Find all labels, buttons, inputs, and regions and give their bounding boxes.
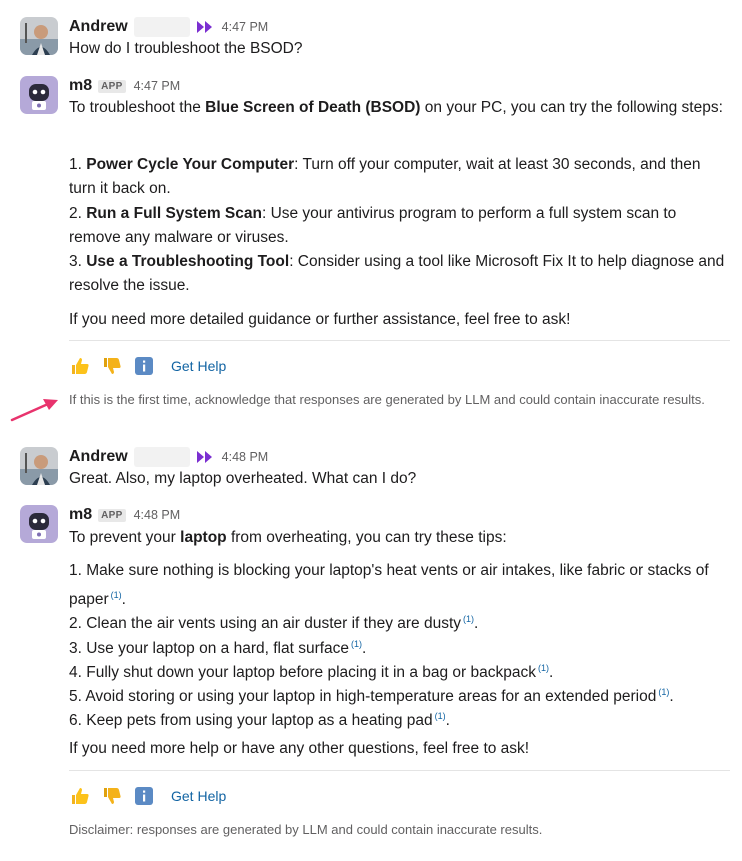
- feedback-bar: Get Help: [69, 785, 226, 807]
- message-andrew-2: Andrew 4:48 PM Great. Also, my laptop ov…: [20, 447, 730, 491]
- list-item: 1. Power Cycle Your Computer: Turn off y…: [69, 156, 701, 197]
- citation-link[interactable]: (1): [351, 639, 362, 649]
- app-badge: APP: [98, 79, 126, 93]
- bot-avatar[interactable]: [20, 505, 58, 543]
- closing-text: If you need more help or have any other …: [69, 740, 530, 757]
- citation-link[interactable]: (1): [435, 711, 446, 721]
- thumbs-down-icon[interactable]: [101, 355, 123, 377]
- divider: [69, 340, 730, 341]
- message-andrew-1: Andrew 4:47 PM How do I troubleshoot the…: [20, 17, 730, 61]
- info-icon[interactable]: [133, 785, 155, 807]
- citation-link[interactable]: (1): [658, 687, 669, 697]
- thumbs-down-icon[interactable]: [101, 785, 123, 807]
- list-item: 2. Run a Full System Scan: Use your anti…: [69, 205, 677, 246]
- intro-text: To troubleshoot the Blue Screen of Death…: [69, 99, 723, 116]
- closing-text: If you need more detailed guidance or fu…: [69, 311, 571, 328]
- author-name[interactable]: Andrew: [69, 448, 128, 466]
- message-text: Great. Also, my laptop overheated. What …: [69, 470, 417, 487]
- thumbs-up-icon[interactable]: [69, 785, 91, 807]
- bot-avatar[interactable]: [20, 76, 58, 114]
- message-text: How do I troubleshoot the BSOD?: [69, 40, 303, 57]
- author-name[interactable]: m8: [69, 506, 92, 524]
- get-help-link[interactable]: Get Help: [171, 358, 226, 374]
- user-avatar[interactable]: [20, 17, 58, 55]
- double-play-icon: [196, 20, 214, 34]
- info-icon[interactable]: [133, 355, 155, 377]
- thumbs-up-icon[interactable]: [69, 355, 91, 377]
- timestamp[interactable]: 4:48 PM: [134, 508, 181, 522]
- message-m8-1: m8 APP 4:47 PM To troubleshoot the Blue …: [20, 76, 730, 336]
- intro-text: To prevent your laptop from overheating,…: [69, 529, 507, 546]
- list-item: 3. Use a Troubleshooting Tool: Consider …: [69, 253, 725, 294]
- redacted-name: [133, 447, 190, 467]
- list-item: 6. Keep pets from using your laptop as a…: [69, 711, 450, 730]
- list-item: 1. Make sure nothing is blocking your la…: [69, 562, 709, 609]
- get-help-link[interactable]: Get Help: [171, 788, 226, 804]
- author-name[interactable]: Andrew: [69, 18, 128, 36]
- citation-link[interactable]: (1): [538, 663, 549, 673]
- redacted-name: [133, 17, 190, 37]
- double-play-icon: [196, 450, 214, 464]
- divider: [69, 770, 730, 771]
- feedback-bar: Get Help: [69, 355, 226, 377]
- llm-notice: If this is the first time, acknowledge t…: [69, 392, 705, 407]
- citation-link[interactable]: (1): [111, 590, 122, 600]
- disclaimer-text: Disclaimer: responses are generated by L…: [69, 822, 543, 837]
- author-name[interactable]: m8: [69, 77, 92, 95]
- timestamp[interactable]: 4:48 PM: [222, 450, 269, 464]
- app-badge: APP: [98, 508, 126, 522]
- message-m8-2: m8 APP 4:48 PM To prevent your laptop fr…: [20, 505, 730, 767]
- timestamp[interactable]: 4:47 PM: [222, 20, 269, 34]
- user-avatar[interactable]: [20, 447, 58, 485]
- citation-link[interactable]: (1): [463, 614, 474, 624]
- timestamp[interactable]: 4:47 PM: [134, 79, 181, 93]
- pointer-arrow-icon: [10, 399, 58, 422]
